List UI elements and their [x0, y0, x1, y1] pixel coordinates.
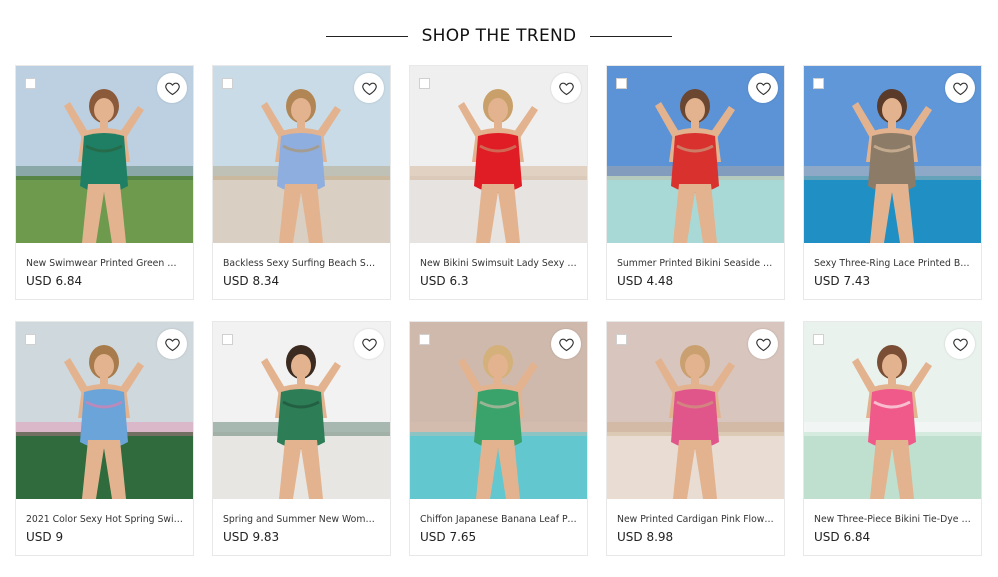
product-price: USD 4.48 [617, 274, 674, 288]
product-card[interactable]: New Printed Cardigan Pink Flower Cover-u… [606, 321, 785, 556]
select-checkbox[interactable] [222, 334, 233, 345]
select-checkbox[interactable] [25, 78, 36, 89]
product-card[interactable]: Backless Sexy Surfing Beach Swimsuit USD … [212, 65, 391, 300]
header-rule-left [325, 35, 408, 37]
product-card[interactable]: New Swimwear Printed Green One-Piece Swi… [15, 65, 194, 300]
select-checkbox[interactable] [222, 78, 233, 89]
heart-icon [361, 336, 378, 353]
heart-icon [755, 336, 772, 353]
product-card[interactable]: Chiffon Japanese Banana Leaf Print Cover… [409, 321, 588, 556]
product-card[interactable]: Spring and Summer New Women Dress USD 9.8… [212, 321, 391, 556]
product-price: USD 8.98 [617, 530, 674, 544]
wishlist-button[interactable] [748, 73, 778, 103]
product-price: USD 6.84 [26, 274, 83, 288]
product-title[interactable]: Sexy Three-Ring Lace Printed Bikini Set [814, 258, 971, 269]
product-title[interactable]: Chiffon Japanese Banana Leaf Print Cover [420, 514, 577, 525]
product-card[interactable]: Sexy Three-Ring Lace Printed Bikini Set U… [803, 65, 982, 300]
section-header: SHOP THE TREND [0, 22, 998, 50]
heart-icon [361, 80, 378, 97]
product-card[interactable]: Summer Printed Bikini Seaside Vacation US… [606, 65, 785, 300]
product-title[interactable]: New Three-Piece Bikini Tie-Dye Print Set [814, 514, 971, 525]
wishlist-button[interactable] [157, 329, 187, 359]
heart-icon [755, 80, 772, 97]
select-checkbox[interactable] [616, 78, 627, 89]
product-price: USD 6.3 [420, 274, 469, 288]
wishlist-button[interactable] [157, 73, 187, 103]
select-checkbox[interactable] [25, 334, 36, 345]
product-price: USD 9.83 [223, 530, 280, 544]
header-rule-right [590, 35, 673, 37]
heart-icon [164, 80, 181, 97]
wishlist-button[interactable] [354, 329, 384, 359]
select-checkbox[interactable] [419, 78, 430, 89]
product-card[interactable]: New Bikini Swimsuit Lady Sexy Hollow USD … [409, 65, 588, 300]
select-checkbox[interactable] [419, 334, 430, 345]
product-price: USD 7.43 [814, 274, 871, 288]
product-price: USD 8.34 [223, 274, 280, 288]
product-title[interactable]: Backless Sexy Surfing Beach Swimsuit [223, 258, 380, 269]
product-price: USD 7.65 [420, 530, 477, 544]
select-checkbox[interactable] [813, 334, 824, 345]
product-title[interactable]: New Printed Cardigan Pink Flower Cover-u… [617, 514, 774, 525]
product-title[interactable]: Spring and Summer New Women Dress [223, 514, 380, 525]
product-title[interactable]: Summer Printed Bikini Seaside Vacation [617, 258, 774, 269]
product-price: USD 9 [26, 530, 64, 544]
product-card[interactable]: 2021 Color Sexy Hot Spring Swimsuit USD 9 [15, 321, 194, 556]
select-checkbox[interactable] [813, 78, 824, 89]
wishlist-button[interactable] [354, 73, 384, 103]
wishlist-button[interactable] [945, 329, 975, 359]
product-title[interactable]: 2021 Color Sexy Hot Spring Swimsuit [26, 514, 183, 525]
product-card[interactable]: New Three-Piece Bikini Tie-Dye Print Set… [803, 321, 982, 556]
product-title[interactable]: New Swimwear Printed Green One-Piece Swi… [26, 258, 183, 269]
heart-icon [952, 80, 969, 97]
wishlist-button[interactable] [748, 329, 778, 359]
heart-icon [952, 336, 969, 353]
section-title: SHOP THE TREND [421, 26, 577, 46]
product-title[interactable]: New Bikini Swimsuit Lady Sexy Hollow [420, 258, 577, 269]
product-price: USD 6.84 [814, 530, 871, 544]
heart-icon [558, 336, 575, 353]
heart-icon [164, 336, 181, 353]
wishlist-button[interactable] [551, 329, 581, 359]
select-checkbox[interactable] [616, 334, 627, 345]
wishlist-button[interactable] [945, 73, 975, 103]
wishlist-button[interactable] [551, 73, 581, 103]
heart-icon [558, 80, 575, 97]
